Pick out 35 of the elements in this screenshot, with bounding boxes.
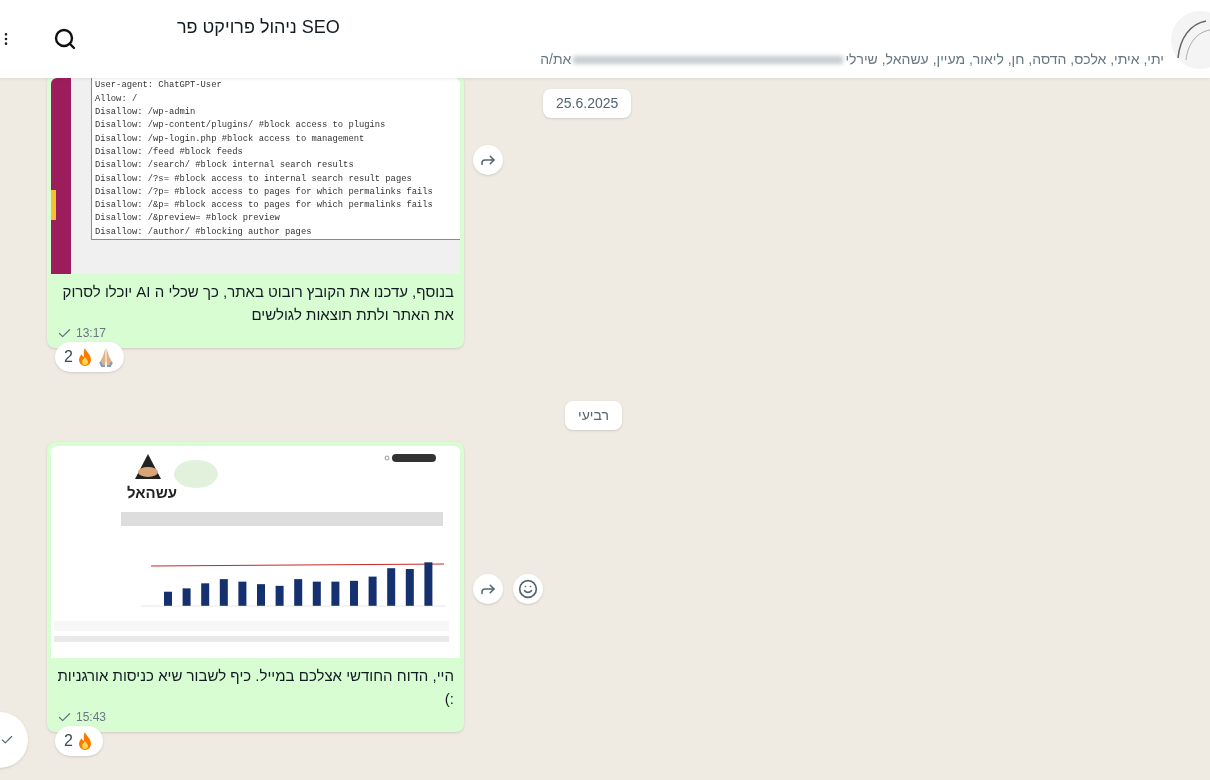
code-line: Disallow: /&preview= #block preview <box>95 212 281 226</box>
code-line: Disallow: /author/ #blocking author pages <box>95 225 313 239</box>
code-line: Disallow: /?p= #block access to pages for which permalinks fails <box>95 185 434 199</box>
message-text: בנוסף, עדכנו את הקובץ רובוט באתר, כך שכלי ה AI יוכלו לסרוק את האתר ולתת תוצאות לגולשים <box>61 282 455 325</box>
plugin-tab <box>51 190 56 220</box>
date-chip: רביעי <box>565 401 622 430</box>
logo-text: עשהאל <box>127 483 177 503</box>
praying-hands-icon <box>96 347 115 367</box>
reaction-count: 2 <box>64 731 73 751</box>
code-line: Disallow: /wp-content/plugins/ #block access to plugins <box>95 119 387 133</box>
code-line: User-agent: ChatGPT-User <box>95 79 223 93</box>
emoji-icon[interactable] <box>513 574 543 604</box>
forward-icon[interactable] <box>473 145 503 175</box>
check-icon <box>0 733 14 747</box>
message-text: היי, הדוח החודשי אצלכם במייל. כיף לשבור שיא כניסות אורגניות :) <box>56 666 455 709</box>
chat-title[interactable]: SEO ניהול פרויקט פר <box>177 14 340 41</box>
reaction-count: 2 <box>64 347 73 367</box>
forward-icon[interactable] <box>473 574 503 604</box>
code-line: Disallow: /wp-admin <box>95 106 197 120</box>
reaction-pill[interactable]: 2 <box>55 342 124 372</box>
reaction-pill[interactable]: 2 <box>55 726 103 756</box>
message-time: 13:17 <box>76 325 107 342</box>
code-line: Disallow: /&p= #block access to pages for which permalinks fails <box>95 199 434 213</box>
search-icon[interactable] <box>53 27 77 51</box>
dashboard-screenshot[interactable]: עשהאל <box>51 446 460 658</box>
date-chip: 25.6.2025 <box>543 89 632 118</box>
self-label: את/ה <box>540 50 572 69</box>
code-line: Allow: / <box>95 92 139 106</box>
code-line: Disallow: /wp-login.php #block access to management <box>95 132 366 146</box>
code-line: Disallow: /feed #block feeds <box>95 145 244 159</box>
group-members: יתי, איתי, אלכס, הדסה, חן, ליאור, מעיין, עשהאל, שירלי <box>845 50 1164 69</box>
code-line: Disallow: /search/ #block internal search results <box>95 159 355 173</box>
code-line: Disallow: /?s= #block access to internal search result pages <box>95 172 413 186</box>
message-time: 15:43 <box>76 709 107 726</box>
code-screenshot[interactable] <box>51 78 460 274</box>
